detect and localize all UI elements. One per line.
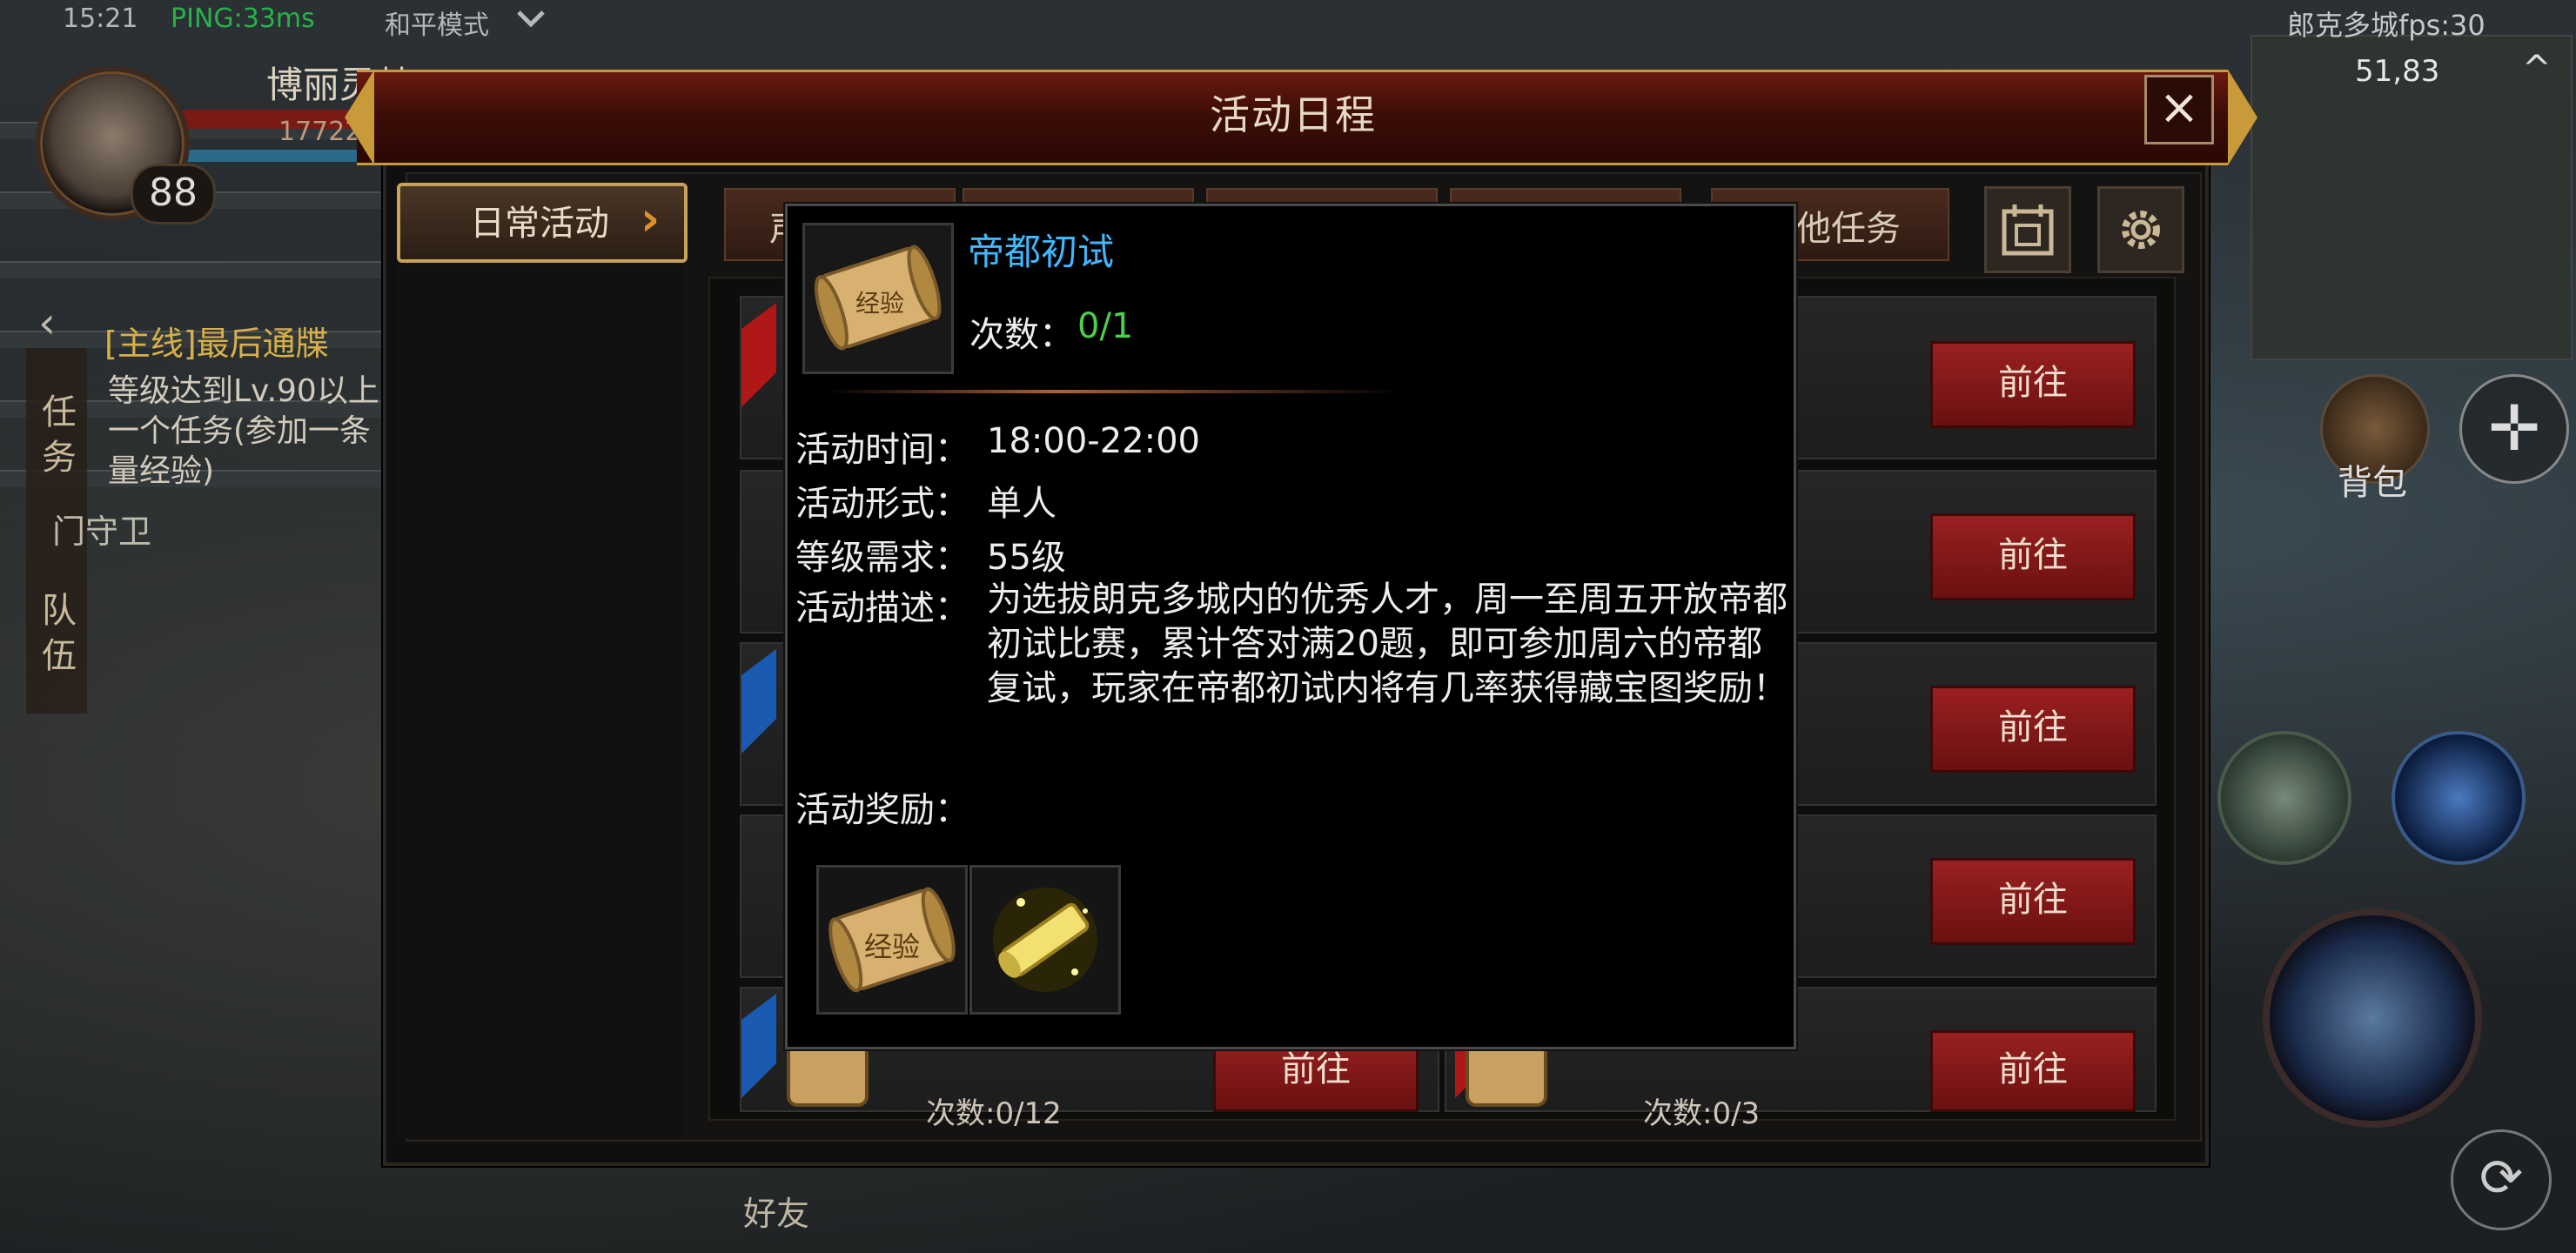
close-button[interactable]: × (2144, 75, 2214, 144)
tab-quest[interactable]: 任务 (42, 390, 77, 480)
go-button[interactable]: 前往 (1930, 858, 2136, 945)
main-attack-button[interactable] (2263, 908, 2482, 1128)
form-value: 单人 (987, 484, 1057, 524)
activity-name: 帝都初试 (968, 231, 1115, 273)
row-count: 次数:0/3 (1643, 1096, 1761, 1131)
chevron-up-icon[interactable]: ^ (2522, 49, 2552, 89)
friends-label[interactable]: 好友 (743, 1187, 809, 1235)
clock-text: 15:21 (63, 3, 138, 34)
limited-ribbon-icon (741, 994, 776, 1098)
level-value: 55级 (987, 538, 1066, 578)
desc-label: 活动描述： (795, 588, 969, 628)
activity-icon-frame: 经验 (802, 223, 954, 374)
reward-scroll-label: 经验 (864, 930, 921, 963)
title-ornament-right (2228, 70, 2257, 165)
npc-label: 门守卫 (52, 513, 152, 551)
modal-title: 活动日程 (1210, 91, 1377, 138)
reward-label: 活动奖励： (795, 790, 969, 830)
settings-button[interactable] (2097, 186, 2184, 273)
quest-line: 量经验) (108, 453, 215, 489)
map-coords: 51,83 (2355, 54, 2440, 89)
quest-line: 等级达到Lv.90以上 (108, 373, 379, 409)
skill-button-vortex[interactable] (2392, 731, 2526, 865)
level-label: 等级需求： (795, 538, 969, 578)
count-label: 次数： (969, 315, 1074, 355)
ping-text: PING:33ms (171, 3, 315, 34)
quest-line: 一个任务(参加一条 (108, 413, 372, 449)
glowing-scroll-icon (993, 888, 1097, 992)
desc-value: 为选拔朗克多城内的优秀人才，周一至周五开放帝都初试比赛，累计答对满20题，即可参… (987, 580, 1788, 708)
go-button[interactable]: 前往 (1930, 341, 2136, 428)
category-panel (397, 265, 684, 1138)
chevron-down-icon[interactable] (515, 5, 547, 31)
recommend-ribbon-icon (741, 303, 776, 407)
title-ornament-left (345, 70, 374, 165)
tab-team[interactable]: 队伍 (42, 588, 77, 679)
nav-daily-label[interactable]: 日常活动 (470, 195, 609, 245)
pk-mode-text[interactable]: 和平模式 (385, 3, 489, 42)
form-label: 活动形式： (795, 484, 969, 524)
map-fps-text: 郎克多城fps:30 (2287, 9, 2485, 42)
go-button[interactable]: 前往 (1930, 686, 2136, 773)
calendar-icon (2002, 204, 2054, 256)
go-button[interactable]: 前往 (1930, 513, 2136, 600)
divider (827, 390, 1401, 393)
scroll-label: 经验 (855, 289, 905, 318)
skill-button-armor[interactable] (2217, 731, 2351, 865)
count-value: 0/1 (1077, 306, 1134, 346)
time-label: 活动时间： (795, 430, 969, 470)
bag-label[interactable]: 背包 (2338, 454, 2407, 505)
collapse-arrow-icon[interactable]: ‹ (38, 298, 56, 348)
stair (0, 261, 383, 278)
gear-icon (2122, 211, 2160, 249)
reward-slot[interactable]: 经验 (816, 865, 968, 1015)
swap-icon[interactable]: ⟳ (2451, 1129, 2552, 1230)
reward-slot[interactable] (969, 865, 1121, 1015)
player-level-badge: 88 (131, 164, 216, 224)
limited-ribbon-icon (741, 649, 776, 754)
go-button[interactable]: 前往 (1930, 1030, 2136, 1112)
move-cross-icon[interactable]: ✛ (2459, 374, 2569, 484)
chevron-right-icon: › (641, 191, 661, 246)
time-value: 18:00-22:00 (987, 421, 1200, 461)
calendar-button[interactable] (1984, 186, 2071, 273)
row-count: 次数:0/12 (926, 1096, 1062, 1131)
quest-title[interactable]: [主线]最后通牒 (104, 317, 329, 365)
